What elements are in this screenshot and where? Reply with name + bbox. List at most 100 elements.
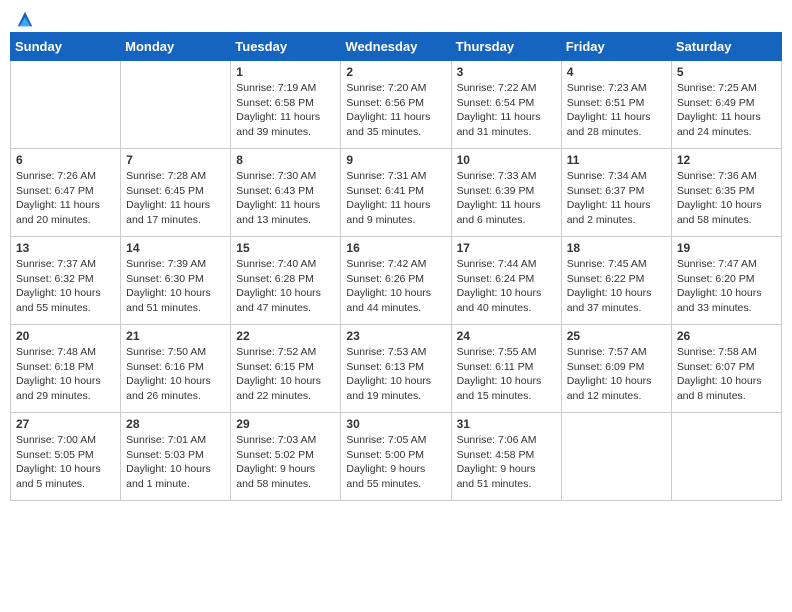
calendar-week-row: 27 Sunrise: 7:00 AM Sunset: 5:05 PM Dayli… [11,413,782,501]
day-info: Sunrise: 7:01 AM Sunset: 5:03 PM Dayligh… [126,433,225,492]
day-info: Sunrise: 7:40 AM Sunset: 6:28 PM Dayligh… [236,257,335,316]
calendar-cell [561,413,671,501]
day-number: 28 [126,417,225,431]
calendar-cell: 29 Sunrise: 7:03 AM Sunset: 5:02 PM Dayli… [231,413,341,501]
day-info: Sunrise: 7:00 AM Sunset: 5:05 PM Dayligh… [16,433,115,492]
day-number: 25 [567,329,666,343]
calendar-cell: 14 Sunrise: 7:39 AM Sunset: 6:30 PM Dayli… [121,237,231,325]
day-number: 6 [16,153,115,167]
day-number: 8 [236,153,335,167]
calendar-cell: 18 Sunrise: 7:45 AM Sunset: 6:22 PM Dayli… [561,237,671,325]
day-info: Sunrise: 7:42 AM Sunset: 6:26 PM Dayligh… [346,257,445,316]
calendar-cell: 16Sunrise: 7:42 AM Sunset: 6:26 PM Dayli… [341,237,451,325]
calendar-cell: 11Sunrise: 7:34 AM Sunset: 6:37 PM Dayli… [561,149,671,237]
day-info: Sunrise: 7:03 AM Sunset: 5:02 PM Dayligh… [236,433,335,492]
day-number: 3 [457,65,556,79]
calendar-cell: 20Sunrise: 7:48 AM Sunset: 6:18 PM Dayli… [11,325,121,413]
day-number: 14 [126,241,225,255]
day-number: 21 [126,329,225,343]
calendar-cell [671,413,781,501]
day-number: 15 [236,241,335,255]
day-info: Sunrise: 7:20 AM Sunset: 6:56 PM Dayligh… [346,81,445,140]
calendar-cell: 19Sunrise: 7:47 AM Sunset: 6:20 PM Dayli… [671,237,781,325]
calendar-week-row: 6 Sunrise: 7:26 AM Sunset: 6:47 PM Daylig… [11,149,782,237]
day-info: Sunrise: 7:44 AM Sunset: 6:24 PM Dayligh… [457,257,556,316]
calendar-day-header: Wednesday [341,33,451,61]
day-info: Sunrise: 7:37 AM Sunset: 6:32 PM Dayligh… [16,257,115,316]
day-number: 23 [346,329,445,343]
day-number: 17 [457,241,556,255]
calendar-day-header: Tuesday [231,33,341,61]
calendar-cell: 22 Sunrise: 7:52 AM Sunset: 6:15 PM Dayli… [231,325,341,413]
day-info: Sunrise: 7:39 AM Sunset: 6:30 PM Dayligh… [126,257,225,316]
day-info: Sunrise: 7:23 AM Sunset: 6:51 PM Dayligh… [567,81,666,140]
day-info: Sunrise: 7:19 AM Sunset: 6:58 PM Dayligh… [236,81,335,140]
day-number: 29 [236,417,335,431]
day-number: 7 [126,153,225,167]
calendar-cell: 10 Sunrise: 7:33 AM Sunset: 6:39 PM Dayli… [451,149,561,237]
day-info: Sunrise: 7:58 AM Sunset: 6:07 PM Dayligh… [677,345,776,404]
day-info: Sunrise: 7:33 AM Sunset: 6:39 PM Dayligh… [457,169,556,228]
calendar-cell: 26 Sunrise: 7:58 AM Sunset: 6:07 PM Dayli… [671,325,781,413]
day-number: 24 [457,329,556,343]
day-number: 11 [567,153,666,167]
calendar-cell: 24 Sunrise: 7:55 AM Sunset: 6:11 PM Dayli… [451,325,561,413]
calendar-week-row: 1 Sunrise: 7:19 AM Sunset: 6:58 PM Daylig… [11,61,782,149]
calendar-cell: 30 Sunrise: 7:05 AM Sunset: 5:00 PM Dayli… [341,413,451,501]
day-info: Sunrise: 7:25 AM Sunset: 6:49 PM Dayligh… [677,81,776,140]
calendar-cell: 2Sunrise: 7:20 AM Sunset: 6:56 PM Daylig… [341,61,451,149]
day-info: Sunrise: 7:31 AM Sunset: 6:41 PM Dayligh… [346,169,445,228]
calendar-cell: 8 Sunrise: 7:30 AM Sunset: 6:43 PM Daylig… [231,149,341,237]
calendar-cell: 27 Sunrise: 7:00 AM Sunset: 5:05 PM Dayli… [11,413,121,501]
calendar-header-row: SundayMondayTuesdayWednesdayThursdayFrid… [11,33,782,61]
calendar-cell: 15 Sunrise: 7:40 AM Sunset: 6:28 PM Dayli… [231,237,341,325]
day-info: Sunrise: 7:52 AM Sunset: 6:15 PM Dayligh… [236,345,335,404]
calendar-cell: 31Sunrise: 7:06 AM Sunset: 4:58 PM Dayli… [451,413,561,501]
day-info: Sunrise: 7:57 AM Sunset: 6:09 PM Dayligh… [567,345,666,404]
calendar-cell [11,61,121,149]
calendar-day-header: Monday [121,33,231,61]
calendar-cell: 5 Sunrise: 7:25 AM Sunset: 6:49 PM Daylig… [671,61,781,149]
day-info: Sunrise: 7:30 AM Sunset: 6:43 PM Dayligh… [236,169,335,228]
day-info: Sunrise: 7:05 AM Sunset: 5:00 PM Dayligh… [346,433,445,492]
day-number: 31 [457,417,556,431]
day-number: 13 [16,241,115,255]
calendar-week-row: 20Sunrise: 7:48 AM Sunset: 6:18 PM Dayli… [11,325,782,413]
calendar-cell: 3 Sunrise: 7:22 AM Sunset: 6:54 PM Daylig… [451,61,561,149]
day-info: Sunrise: 7:26 AM Sunset: 6:47 PM Dayligh… [16,169,115,228]
calendar-day-header: Sunday [11,33,121,61]
calendar-cell [121,61,231,149]
day-number: 27 [16,417,115,431]
day-number: 4 [567,65,666,79]
logo [14,10,34,24]
day-info: Sunrise: 7:22 AM Sunset: 6:54 PM Dayligh… [457,81,556,140]
day-info: Sunrise: 7:50 AM Sunset: 6:16 PM Dayligh… [126,345,225,404]
calendar-week-row: 13 Sunrise: 7:37 AM Sunset: 6:32 PM Dayli… [11,237,782,325]
calendar-cell: 6 Sunrise: 7:26 AM Sunset: 6:47 PM Daylig… [11,149,121,237]
day-info: Sunrise: 7:28 AM Sunset: 6:45 PM Dayligh… [126,169,225,228]
day-number: 26 [677,329,776,343]
day-info: Sunrise: 7:55 AM Sunset: 6:11 PM Dayligh… [457,345,556,404]
day-number: 19 [677,241,776,255]
day-number: 22 [236,329,335,343]
page-header [10,10,782,24]
calendar-cell: 13 Sunrise: 7:37 AM Sunset: 6:32 PM Dayli… [11,237,121,325]
calendar-cell: 9Sunrise: 7:31 AM Sunset: 6:41 PM Daylig… [341,149,451,237]
calendar-day-header: Saturday [671,33,781,61]
calendar-cell: 4 Sunrise: 7:23 AM Sunset: 6:51 PM Daylig… [561,61,671,149]
calendar-table: SundayMondayTuesdayWednesdayThursdayFrid… [10,32,782,501]
day-number: 10 [457,153,556,167]
day-number: 18 [567,241,666,255]
day-info: Sunrise: 7:45 AM Sunset: 6:22 PM Dayligh… [567,257,666,316]
day-number: 5 [677,65,776,79]
calendar-cell: 12Sunrise: 7:36 AM Sunset: 6:35 PM Dayli… [671,149,781,237]
calendar-cell: 28 Sunrise: 7:01 AM Sunset: 5:03 PM Dayli… [121,413,231,501]
logo-icon [16,10,34,28]
day-number: 20 [16,329,115,343]
day-number: 30 [346,417,445,431]
calendar-day-header: Friday [561,33,671,61]
day-number: 1 [236,65,335,79]
day-number: 12 [677,153,776,167]
day-info: Sunrise: 7:53 AM Sunset: 6:13 PM Dayligh… [346,345,445,404]
calendar-cell: 21 Sunrise: 7:50 AM Sunset: 6:16 PM Dayli… [121,325,231,413]
